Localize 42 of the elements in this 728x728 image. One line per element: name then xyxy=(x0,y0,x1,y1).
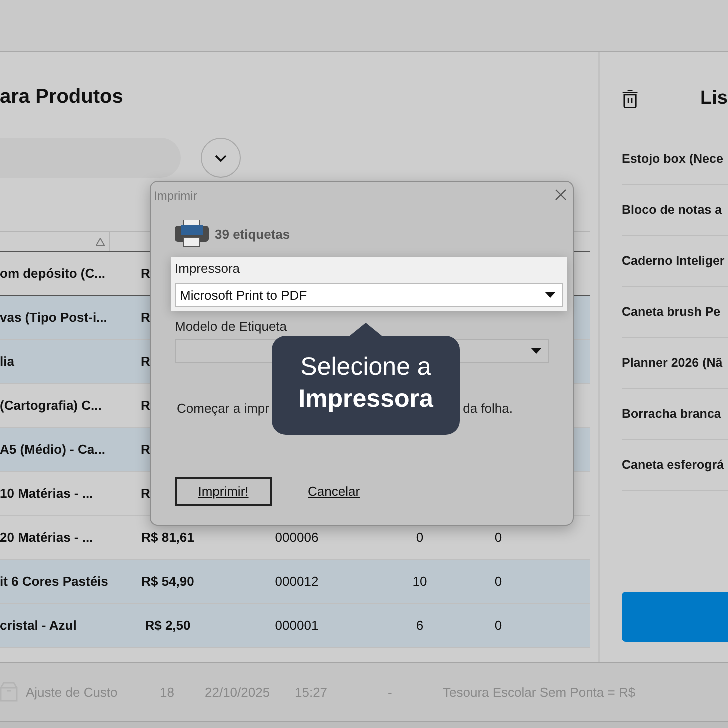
product-name: cristal - Azul xyxy=(0,618,78,633)
tooltip: Selecione a Impressora xyxy=(272,336,460,435)
product-name: A5 (Médio) - Ca... xyxy=(0,442,106,457)
history-number: 18 xyxy=(160,684,176,700)
start-text: da folha. xyxy=(463,401,513,416)
history-date: 22/10/2025 xyxy=(205,684,272,700)
product-name: (Cartografia) C... xyxy=(0,398,103,413)
code-cell-text: 000001 xyxy=(274,618,320,633)
product-name: it 6 Cores Pastéis xyxy=(0,574,110,589)
price-cell-text: R xyxy=(140,442,150,457)
price-cell-text: R$ 54,90 xyxy=(140,574,196,589)
code-cell-text: 000006 xyxy=(274,530,320,545)
panel-title: Lis xyxy=(700,88,728,110)
code-cell-text: 000012 xyxy=(274,574,320,589)
quantity-cell-text: 10 xyxy=(412,574,428,589)
price-cell-text: R xyxy=(140,266,150,281)
field-label: Modelo de Etiqueta xyxy=(175,319,288,335)
price-cell-text: R xyxy=(140,398,150,413)
history-label: Ajuste de Custo xyxy=(26,684,119,700)
price-cell-text: R xyxy=(140,486,150,501)
history-dash: - xyxy=(388,684,394,700)
product-name: 10 Matérias - ... xyxy=(0,486,94,501)
price-cell-text: R xyxy=(140,354,150,369)
start-text: Começar a impr xyxy=(177,401,270,416)
field-label: Impressora xyxy=(175,261,242,278)
history-description: Tesoura Escolar Sem Ponta = R$ xyxy=(443,684,637,700)
product-name: 20 Matérias - ... xyxy=(0,530,94,545)
quantity-cell-text: 6 xyxy=(415,618,425,633)
price-cell-text: R xyxy=(140,310,150,325)
page-title: ara Produtos xyxy=(0,86,124,110)
table-cell-text: 0 xyxy=(494,574,504,589)
table-cell-text: 0 xyxy=(494,618,504,633)
price-cell-text: R$ 2,50 xyxy=(144,618,192,633)
table-cell-text: 0 xyxy=(494,530,504,545)
product-name: lia xyxy=(0,354,16,369)
history-time: 15:27 xyxy=(295,684,329,700)
dialog-title: Imprimir xyxy=(154,188,198,202)
label-count: 39 etiquetas xyxy=(215,226,290,242)
product-name: vas (Tipo Post-i... xyxy=(0,310,108,325)
product-name: om depósito (C... xyxy=(0,266,106,281)
price-cell-text: R$ 81,61 xyxy=(140,530,196,545)
quantity-cell-text: 0 xyxy=(415,530,425,545)
